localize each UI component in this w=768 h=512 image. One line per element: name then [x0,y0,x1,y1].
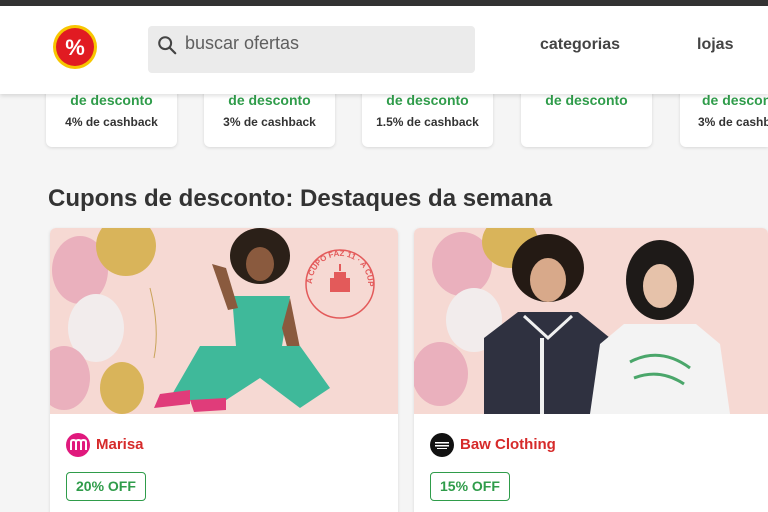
svg-text:%: % [65,35,85,60]
marisa-logo-icon [66,433,90,457]
store-row[interactable]: Baw Clothing [430,433,556,457]
deal-card[interactable]: A CUPO FAZ 11 · A CUPO FAZ 11 Marisa 20%… [50,228,398,512]
offer-cashback: 4% de cashback [65,115,158,129]
deal-card[interactable]: Baw Clothing 15% OFF [414,228,768,512]
discount-badge: 20% OFF [66,472,146,501]
site-header: % [0,6,768,94]
offer-discount-text: de desconto [386,92,469,108]
offer-discount-text: de descon [702,92,768,108]
search-icon[interactable] [156,34,178,56]
logo-discount-icon[interactable]: % [52,24,98,70]
offer-discount-text: de desconto [228,92,311,108]
nav-categorias[interactable]: categorias [540,35,620,55]
offer-discount-text: de desconto [70,92,153,108]
discount-badge: 15% OFF [430,472,510,501]
offer-discount-text: de desconto [545,92,628,108]
deal-banner-image[interactable]: A CUPO FAZ 11 · A CUPO FAZ 11 [50,228,398,414]
offer-cashback: 1.5% de cashback [376,115,479,129]
deal-banner-image[interactable] [414,228,768,414]
nav-lojas[interactable]: lojas [697,35,733,55]
section-title: Cupons de desconto: Destaques da semana [48,185,553,212]
store-row[interactable]: Marisa [66,433,144,457]
store-name[interactable]: Baw Clothing [460,435,556,455]
offer-cashback: 3% de cashback [223,115,316,129]
offer-cashback: 3% de cashb [698,115,768,129]
baw-clothing-logo-icon [430,433,454,457]
search-input[interactable]: buscar ofertas [185,31,299,55]
store-name[interactable]: Marisa [96,435,144,455]
